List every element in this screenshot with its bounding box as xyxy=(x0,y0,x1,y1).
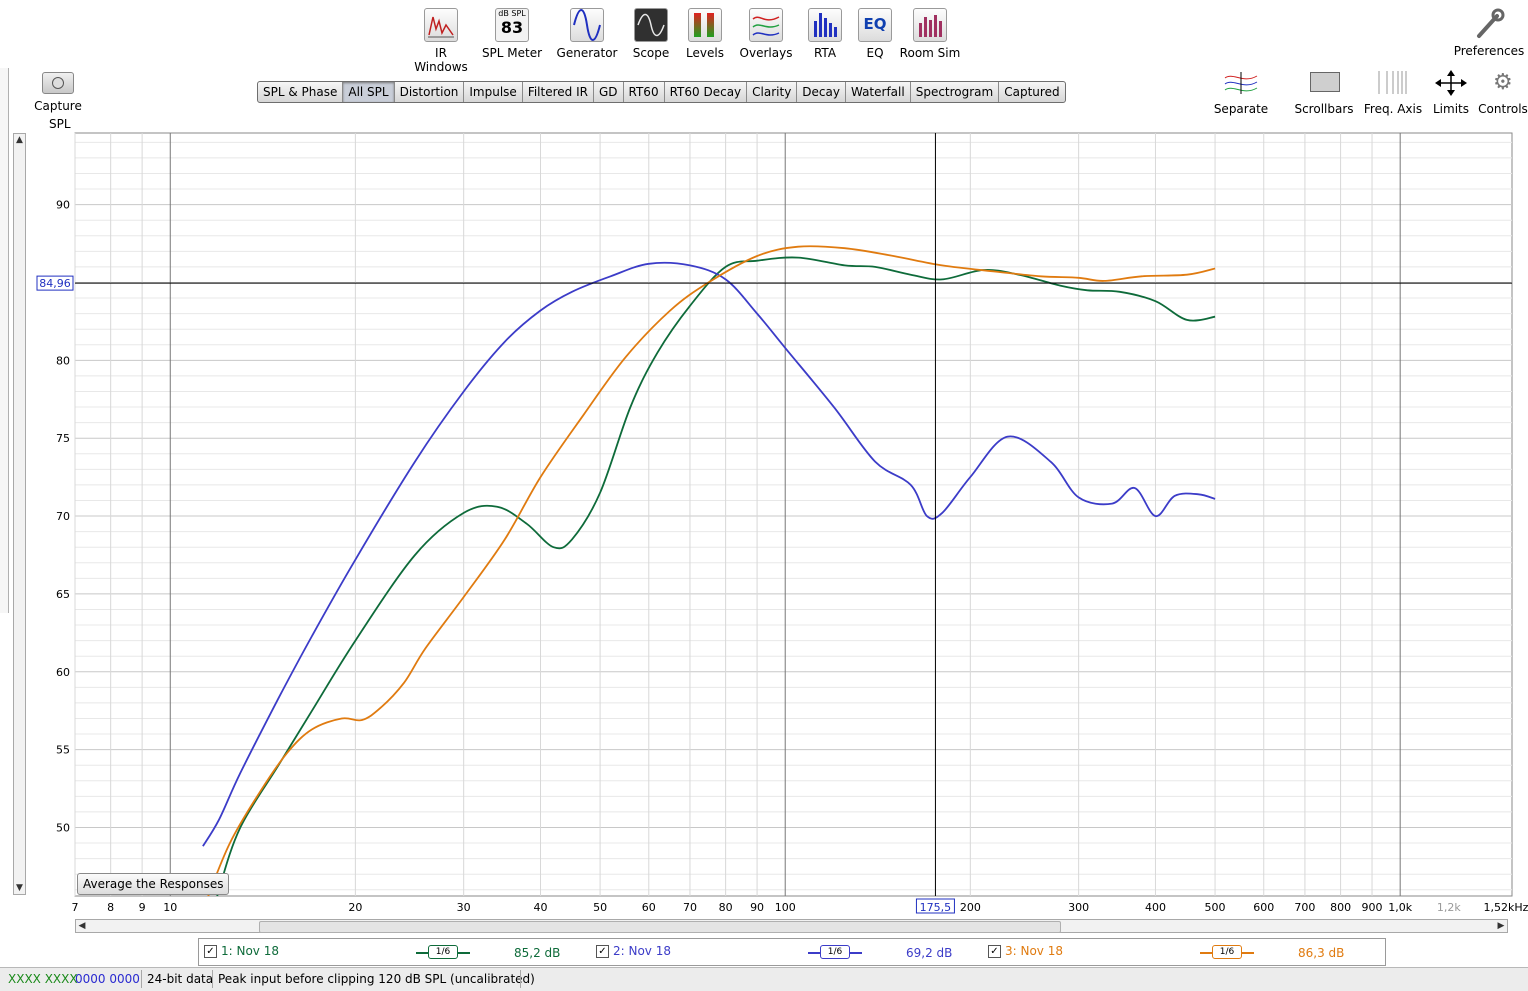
status-zeros: 0000 0000 xyxy=(75,972,140,986)
x-tick-label: 90 xyxy=(750,901,764,914)
x-tick-label: 30 xyxy=(457,901,471,914)
x-tick-label: 100 xyxy=(775,901,796,914)
legend-value: 86,3 dB xyxy=(1298,946,1345,960)
smoothing-value: 1/6 xyxy=(1212,945,1242,959)
smoothing-value: 1/6 xyxy=(820,945,850,959)
horizontal-scrollbar[interactable]: ◀ ▶ xyxy=(75,919,1508,933)
smoothing-selector[interactable]: 1/6 xyxy=(1200,945,1254,959)
y-tick-label: 65 xyxy=(56,588,70,601)
smoothing-selector[interactable]: 1/6 xyxy=(808,945,862,959)
y-tick-label: 50 xyxy=(56,821,70,834)
x-tick-label: 600 xyxy=(1253,901,1274,914)
x-tick-label: 9 xyxy=(139,901,146,914)
x-tick-label: 1,52kHz xyxy=(1484,901,1528,914)
x-tick-label: 900 xyxy=(1362,901,1383,914)
scroll-left-arrow-icon[interactable]: ◀ xyxy=(76,920,88,932)
x-tick-label: 8 xyxy=(107,901,114,914)
y-tick-label: 80 xyxy=(56,354,70,367)
x-tick-label: 20 xyxy=(348,901,362,914)
status-bar: XXXX XXXX 0000 0000 24-bit data Peak inp… xyxy=(0,967,1528,991)
spl-chart[interactable]: 50 55 60 65 70 75 80 90 7 8 9 10 20 30 40 50 60 70 80 90 100… xyxy=(0,0,1528,990)
x-tick-label: 1,0k xyxy=(1388,901,1412,914)
x-tick-label: 200 xyxy=(960,901,981,914)
y-tick-label: 75 xyxy=(56,432,70,445)
x-tick-label: 300 xyxy=(1068,901,1089,914)
y-tick-label: 60 xyxy=(56,666,70,679)
x-tick-label: 60 xyxy=(642,901,656,914)
checkbox-icon[interactable]: ✓ xyxy=(988,944,1001,958)
cursor-x-readout: 175,5 xyxy=(920,901,952,914)
scroll-right-arrow-icon[interactable]: ▶ xyxy=(1495,920,1507,932)
legend-item: ✓ 1: Nov 18 xyxy=(204,944,279,958)
average-responses-button[interactable]: Average the Responses xyxy=(77,873,230,895)
x-tick-label: 800 xyxy=(1330,901,1351,914)
smoothing-selector[interactable]: 1/6 xyxy=(416,945,470,959)
x-tick-label: 10 xyxy=(163,901,177,914)
measurement-legend: ✓ 1: Nov 18 1/6 85,2 dB ✓ 2: Nov 18 1/6 … xyxy=(198,938,1386,966)
y-tick-label: 90 xyxy=(56,199,70,212)
checkbox-icon[interactable]: ✓ xyxy=(204,944,217,958)
y-tick-label: 55 xyxy=(56,744,70,757)
x-tick-label: 700 xyxy=(1294,901,1315,914)
legend-name: 2: Nov 18 xyxy=(613,944,671,958)
scrollbar-thumb[interactable] xyxy=(259,921,1061,933)
x-tick-label: 400 xyxy=(1145,901,1166,914)
x-tick-label: 70 xyxy=(683,901,697,914)
y-tick-label: 70 xyxy=(56,510,70,523)
legend-name: 1: Nov 18 xyxy=(221,944,279,958)
smoothing-value: 1/6 xyxy=(428,945,458,959)
status-peak-input: Peak input before clipping 120 dB SPL (u… xyxy=(218,972,535,986)
x-tick-label: 7 xyxy=(72,901,79,914)
legend-name: 3: Nov 18 xyxy=(1005,944,1063,958)
status-bit-depth: 24-bit data xyxy=(147,972,214,986)
legend-value: 69,2 dB xyxy=(906,946,953,960)
legend-item: ✓ 3: Nov 18 xyxy=(988,944,1063,958)
x-tick-label: 500 xyxy=(1205,901,1226,914)
cursor-y-readout: 84,96 xyxy=(39,277,71,290)
status-xxxx: XXXX XXXX xyxy=(8,972,78,986)
x-tick-label: 50 xyxy=(593,901,607,914)
x-tick-label: 80 xyxy=(719,901,733,914)
x-tick-label: 1,2k xyxy=(1437,901,1461,914)
checkbox-icon[interactable]: ✓ xyxy=(596,944,609,958)
legend-item: ✓ 2: Nov 18 xyxy=(596,944,671,958)
x-tick-label: 40 xyxy=(533,901,547,914)
legend-value: 85,2 dB xyxy=(514,946,561,960)
